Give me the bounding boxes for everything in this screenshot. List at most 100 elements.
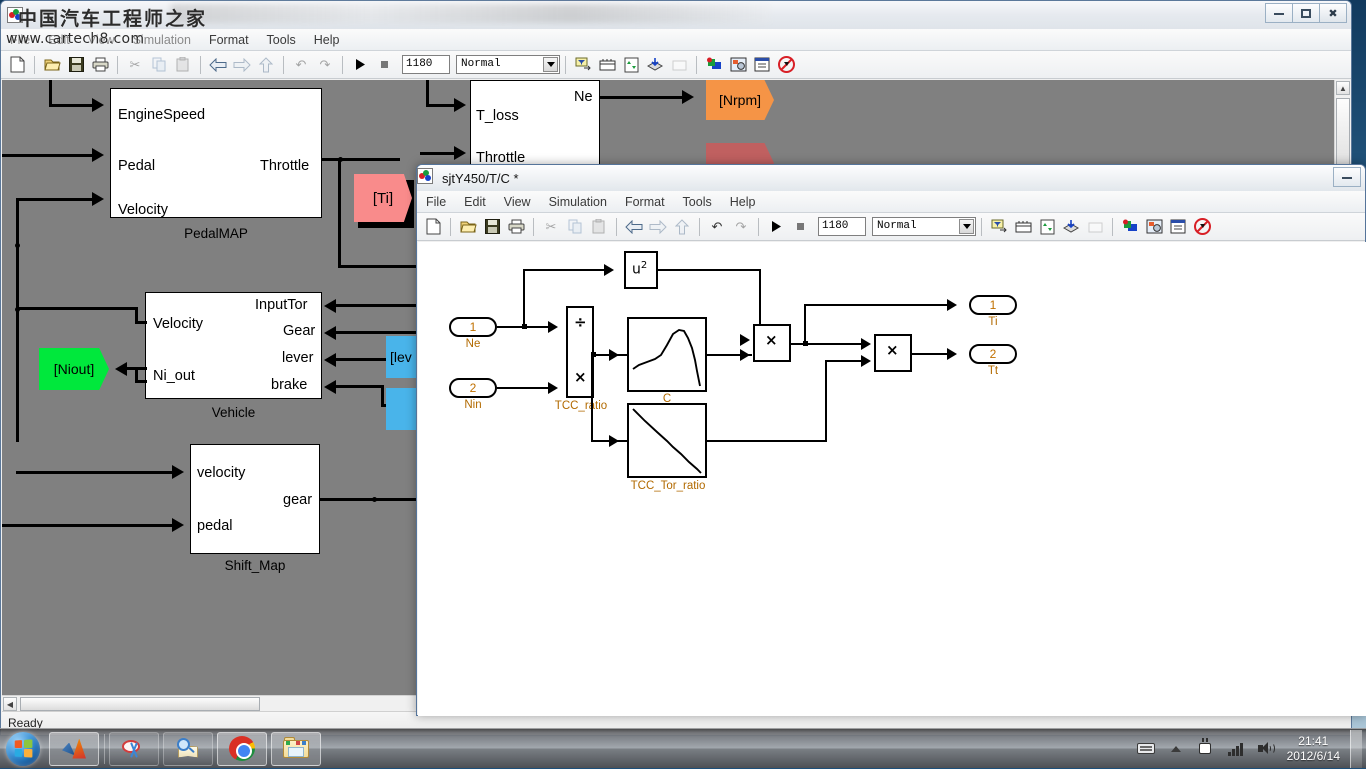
inport-2[interactable]: 2 — [449, 378, 497, 398]
update-diagram-icon[interactable] — [1036, 216, 1058, 238]
signal-icon[interactable] — [1225, 738, 1247, 760]
minimize-button[interactable] — [1333, 167, 1361, 187]
redo-icon[interactable]: ↷ — [730, 216, 752, 238]
simulation-stop-time-input[interactable]: 1180 — [818, 217, 866, 236]
redo-icon[interactable]: ↷ — [314, 54, 336, 76]
menu-edit[interactable]: Edit — [455, 191, 495, 213]
forward-icon[interactable] — [647, 216, 669, 238]
goto-tag-ti[interactable]: [Ti] — [354, 174, 412, 222]
c-lookup-block[interactable] — [627, 317, 707, 392]
stop-simulation-icon[interactable] — [789, 216, 811, 238]
undo-icon[interactable]: ↶ — [706, 216, 728, 238]
background-menubar[interactable]: File Edit View Simulation Format Tools H… — [1, 29, 1351, 51]
minimize-button[interactable] — [1265, 3, 1293, 23]
undo-icon[interactable]: ↶ — [290, 54, 312, 76]
menu-simulation[interactable]: Simulation — [540, 191, 616, 213]
simulation-stop-time-input[interactable]: 1180 — [402, 55, 450, 74]
no-entry-icon[interactable] — [1191, 216, 1213, 238]
up-icon[interactable] — [671, 216, 693, 238]
scroll-up-button[interactable]: ▲ — [1336, 81, 1350, 95]
taskbar-item-explorer[interactable] — [271, 731, 321, 766]
show-hidden-icons-icon[interactable] — [1165, 738, 1187, 760]
model-advisor-icon[interactable] — [1143, 216, 1165, 238]
taskbar-item-dictionary[interactable] — [163, 731, 213, 766]
cut-icon[interactable]: ✂ — [124, 54, 146, 76]
save-icon[interactable] — [481, 216, 503, 238]
debug-icon[interactable] — [703, 54, 725, 76]
build-model-icon[interactable] — [1060, 216, 1082, 238]
library-link-icon[interactable] — [668, 54, 690, 76]
copy-icon[interactable] — [564, 216, 586, 238]
model-explorer-icon[interactable] — [572, 54, 594, 76]
scroll-left-button[interactable]: ◀ — [3, 697, 17, 711]
keyboard-icon[interactable] — [1135, 738, 1157, 760]
menu-format[interactable]: Format — [616, 191, 674, 213]
library-browser-icon[interactable] — [1012, 216, 1034, 238]
tcc-tor-ratio-block[interactable] — [627, 403, 707, 478]
menu-file[interactable]: File — [417, 191, 455, 213]
start-button[interactable] — [1, 730, 45, 768]
save-icon[interactable] — [65, 54, 87, 76]
show-desktop-button[interactable] — [1350, 729, 1362, 768]
start-simulation-icon[interactable] — [765, 216, 787, 238]
back-icon[interactable] — [207, 54, 229, 76]
update-diagram-icon[interactable] — [620, 54, 642, 76]
simulation-mode-dropdown[interactable]: Normal — [456, 55, 560, 74]
goto-tag-niout[interactable]: [Niout] — [39, 348, 109, 390]
model-properties-icon[interactable] — [751, 54, 773, 76]
network-icon[interactable] — [1195, 738, 1217, 760]
menu-help[interactable]: Help — [305, 29, 349, 51]
start-simulation-icon[interactable] — [349, 54, 371, 76]
open-icon[interactable] — [41, 54, 63, 76]
close-icon[interactable]: ✖ — [1319, 3, 1347, 23]
menu-help[interactable]: Help — [721, 191, 765, 213]
simulation-mode-dropdown[interactable]: Normal — [872, 217, 976, 236]
foreground-window-titlebar[interactable]: sjtY450/T/C * — [417, 165, 1365, 191]
chevron-down-icon[interactable] — [959, 219, 974, 234]
debug-icon[interactable] — [1119, 216, 1141, 238]
foreground-window-controls[interactable] — [1333, 167, 1361, 187]
model-explorer-icon[interactable] — [988, 216, 1010, 238]
print-icon[interactable] — [89, 54, 111, 76]
goto-tag-nrpm[interactable]: [Nrpm] — [706, 80, 774, 120]
model-properties-icon[interactable] — [1167, 216, 1189, 238]
open-icon[interactable] — [457, 216, 479, 238]
background-toolbar[interactable]: ✂ ↶ ↷ 1180 Normal — [1, 51, 1351, 79]
back-icon[interactable] — [623, 216, 645, 238]
paste-icon[interactable] — [588, 216, 610, 238]
inport-1[interactable]: 1 — [449, 317, 497, 337]
menu-view[interactable]: View — [495, 191, 540, 213]
foreground-simulink-window[interactable]: sjtY450/T/C * File Edit View Simulation … — [416, 164, 1366, 716]
foreground-menubar[interactable]: File Edit View Simulation Format Tools H… — [417, 191, 1365, 213]
volume-icon[interactable] — [1255, 738, 1277, 760]
model-advisor-icon[interactable] — [727, 54, 749, 76]
foreground-toolbar[interactable]: ✂ ↶ ↷ 1180 Normal — [417, 213, 1365, 241]
paste-icon[interactable] — [172, 54, 194, 76]
outport-1[interactable]: 1 — [969, 295, 1017, 315]
outport-2[interactable]: 2 — [969, 344, 1017, 364]
new-icon[interactable] — [6, 54, 28, 76]
foreground-diagram-canvas[interactable]: 1 Ne 2 Nin u2 ÷ × TCC_ratio C TCC_Tor_ra… — [418, 242, 1366, 716]
horizontal-scroll-thumb[interactable] — [20, 697, 260, 711]
library-browser-icon[interactable] — [596, 54, 618, 76]
build-model-icon[interactable] — [644, 54, 666, 76]
menu-tools[interactable]: Tools — [258, 29, 305, 51]
background-window-controls[interactable]: ✖ — [1265, 3, 1347, 23]
library-link-icon[interactable] — [1084, 216, 1106, 238]
menu-format[interactable]: Format — [200, 29, 258, 51]
taskbar-item-snipping-tool[interactable] — [109, 731, 159, 766]
cut-icon[interactable]: ✂ — [540, 216, 562, 238]
menu-tools[interactable]: Tools — [674, 191, 721, 213]
taskbar[interactable]: 21:41 2012/6/14 — [0, 728, 1366, 768]
maximize-button[interactable] — [1292, 3, 1320, 23]
taskbar-item-matlab[interactable] — [49, 731, 99, 766]
print-icon[interactable] — [505, 216, 527, 238]
forward-icon[interactable] — [231, 54, 253, 76]
stop-simulation-icon[interactable] — [373, 54, 395, 76]
taskbar-item-chrome[interactable] — [217, 731, 267, 766]
up-icon[interactable] — [255, 54, 277, 76]
new-icon[interactable] — [422, 216, 444, 238]
system-tray[interactable]: 21:41 2012/6/14 — [1131, 729, 1366, 769]
taskbar-clock[interactable]: 21:41 2012/6/14 — [1287, 734, 1340, 764]
chevron-down-icon[interactable] — [543, 57, 558, 72]
